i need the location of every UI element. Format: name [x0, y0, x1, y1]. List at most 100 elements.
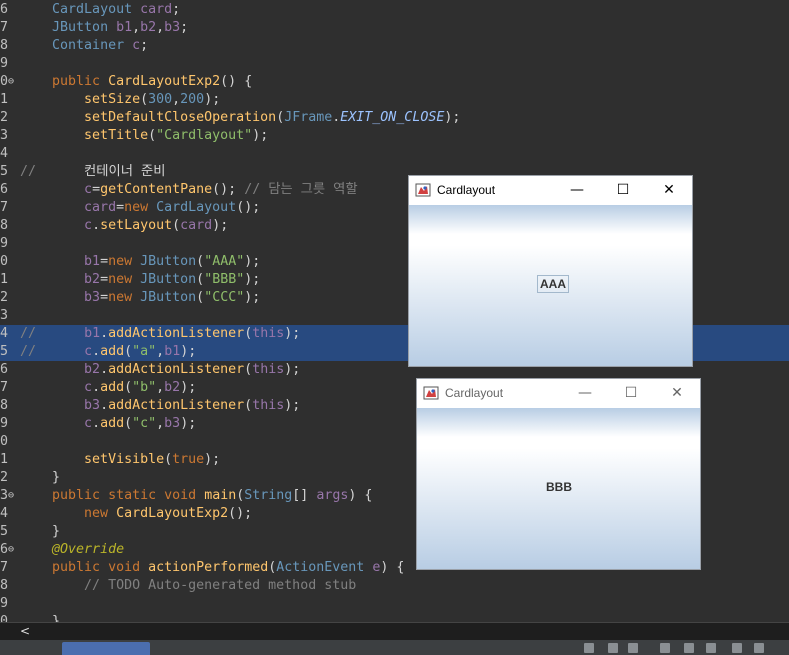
code-text: c.add("c",b3); [84, 416, 197, 431]
window-titlebar[interactable]: Cardlayout — ☐ ✕ [409, 176, 692, 205]
line-number: 0 [0, 434, 9, 449]
bbb-button[interactable]: BBB [546, 480, 572, 494]
code-line[interactable]: 1 setSize(300,200); [0, 91, 789, 109]
code-text: // c.add("a",b1); [20, 344, 197, 359]
close-icon[interactable]: ✕ [654, 379, 700, 408]
line-number: 8 [0, 38, 9, 53]
code-text: } [20, 614, 61, 622]
line-number: 9 [0, 56, 9, 71]
line-number: 4 [0, 506, 9, 521]
code-text: public void actionPerformed(ActionEvent … [52, 560, 405, 575]
code-line[interactable]: 9 [0, 595, 789, 613]
code-text: b2.addActionListener(this); [84, 362, 301, 377]
line-number: 8 [0, 218, 9, 233]
toolbar-icon-6[interactable] [706, 643, 716, 653]
scroll-left-arrow[interactable]: < [20, 623, 30, 640]
line-number: 9 [0, 236, 9, 251]
toolbar-icon-8[interactable] [754, 643, 764, 653]
minimize-icon[interactable]: — [562, 379, 608, 408]
code-text: setTitle("Cardlayout"); [84, 128, 269, 143]
line-number: 5 [0, 164, 9, 179]
line-number: 2 [0, 110, 9, 125]
fold-marker-icon[interactable]: ⊖ [8, 73, 14, 91]
close-icon[interactable]: ✕ [646, 176, 692, 205]
active-panel-tab[interactable] [62, 642, 150, 655]
code-line[interactable]: 7 JButton b1,b2,b3; [0, 19, 789, 37]
code-text: public CardLayoutExp2() { [52, 74, 253, 89]
code-line[interactable]: 2 setDefaultCloseOperation(JFrame.EXIT_O… [0, 109, 789, 127]
minimize-icon[interactable]: — [554, 176, 600, 205]
code-text: c=getContentPane(); // 담는 그릇 역할 [84, 182, 358, 197]
line-number: 3 [0, 308, 9, 323]
code-text: Container c; [52, 38, 149, 53]
code-text: } [20, 524, 61, 539]
cardlayout-window-bbb[interactable]: Cardlayout — ☐ ✕ BBB [416, 378, 701, 570]
code-text: b3=new JButton("CCC"); [84, 290, 261, 305]
code-text: b1=new JButton("AAA"); [84, 254, 261, 269]
maximize-icon[interactable]: ☐ [608, 379, 654, 408]
window-titlebar[interactable]: Cardlayout — ☐ ✕ [417, 379, 700, 408]
code-line[interactable]: 3 setTitle("Cardlayout"); [0, 127, 789, 145]
code-text: card=new CardLayout(); [84, 200, 261, 215]
code-text: // 컨테이너 준비 [20, 164, 166, 179]
window-content: AAA [409, 205, 692, 366]
code-text: setSize(300,200); [84, 92, 221, 107]
code-text: setVisible(true); [84, 452, 221, 467]
horizontal-scrollbar[interactable]: < [0, 622, 789, 640]
line-number: 7 [0, 200, 9, 215]
line-number: 8 [0, 398, 9, 413]
code-line[interactable]: 6 CardLayout card; [0, 1, 789, 19]
toolbar-icon-5[interactable] [684, 643, 694, 653]
bottom-panel-tabs [0, 640, 789, 655]
line-number: 0 [0, 254, 9, 269]
code-text: // b1.addActionListener(this); [20, 326, 301, 341]
code-text: b2=new JButton("BBB"); [84, 272, 261, 287]
toolbar-icon-2[interactable] [608, 643, 618, 653]
code-line[interactable]: 8 Container c; [0, 37, 789, 55]
window-title: Cardlayout [445, 386, 504, 400]
aaa-button[interactable]: AAA [537, 275, 569, 293]
code-text: c.setLayout(card); [84, 218, 229, 233]
cardlayout-window-aaa[interactable]: Cardlayout — ☐ ✕ AAA [408, 175, 693, 367]
java-app-icon [415, 183, 431, 197]
line-number: 6 [0, 362, 9, 377]
line-number: 8 [0, 578, 9, 593]
code-text: b3.addActionListener(this); [84, 398, 301, 413]
code-text: CardLayout card; [52, 2, 181, 17]
code-line[interactable]: 8 // TODO Auto-generated method stub [0, 577, 789, 595]
line-number: 1 [0, 272, 9, 287]
toolbar-icon-4[interactable] [660, 643, 670, 653]
line-number: 5 [0, 344, 9, 359]
line-number: 7 [0, 560, 9, 575]
code-line[interactable]: 0 ⊖ public CardLayoutExp2() { [0, 73, 789, 91]
toolbar-icon-1[interactable] [584, 643, 594, 653]
fold-marker-icon[interactable]: ⊖ [8, 541, 14, 559]
line-number: 5 [0, 524, 9, 539]
java-app-icon [423, 386, 439, 400]
toolbar-icon-3[interactable] [628, 643, 638, 653]
code-text: JButton b1,b2,b3; [52, 20, 189, 35]
line-number: 2 [0, 470, 9, 485]
window-content: BBB [417, 408, 700, 569]
window-title: Cardlayout [437, 183, 496, 197]
line-number: 3 [0, 128, 9, 143]
code-text: public static void main(String[] args) { [52, 488, 373, 503]
line-number: 7 [0, 20, 9, 35]
line-number: 9 [0, 416, 9, 431]
code-text: c.add("b",b2); [84, 380, 197, 395]
toolbar-icon-7[interactable] [732, 643, 742, 653]
code-text: // TODO Auto-generated method stub [84, 578, 357, 593]
code-line[interactable]: 4 [0, 145, 789, 163]
line-number: 9 [0, 596, 9, 611]
code-line[interactable]: 9 [0, 55, 789, 73]
line-number: 2 [0, 290, 9, 305]
maximize-icon[interactable]: ☐ [600, 176, 646, 205]
line-number: 1 [0, 92, 9, 107]
code-text: new CardLayoutExp2(); [84, 506, 253, 521]
line-number: 7 [0, 380, 9, 395]
code-line[interactable]: 0 } [0, 613, 789, 622]
line-number: 6 [0, 182, 9, 197]
code-text: @Override [52, 542, 125, 557]
line-number: 4 [0, 326, 9, 341]
fold-marker-icon[interactable]: ⊖ [8, 487, 14, 505]
